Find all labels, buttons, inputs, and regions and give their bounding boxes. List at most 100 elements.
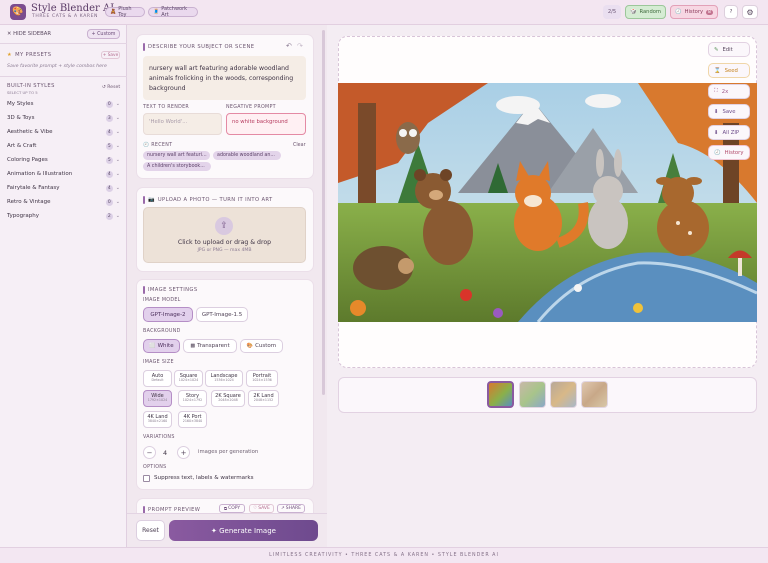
presets-title: ★ MY PRESETS xyxy=(7,52,52,58)
upload-title: 📷 UPLOAD A PHOTO — TURN IT INTO ART xyxy=(143,196,273,204)
variations-unit: images per generation xyxy=(198,449,259,455)
upload-sub-text: JPG or PNG — max 4MB xyxy=(197,248,252,253)
background-label: BACKGROUND xyxy=(143,329,181,334)
sidebar-item-typography[interactable]: Typography 2 ⌄ xyxy=(0,209,127,223)
size-2k-square-option[interactable]: 2K Square 2048×2048 xyxy=(211,390,245,407)
share-prompt-button[interactable]: ↗ SHARE xyxy=(277,504,305,513)
sidebar-item-aesthetic-vibe[interactable]: Aesthetic & Vibe 4 ⌄ xyxy=(0,125,127,139)
hourglass-icon: ⌛ xyxy=(714,67,721,74)
decrease-variations-button[interactable]: − xyxy=(143,446,156,459)
size-square-option[interactable]: Square 1024×1024 xyxy=(174,370,203,387)
generated-image[interactable] xyxy=(338,83,757,322)
count-badge: 5 xyxy=(105,142,113,150)
shuffle-icon: 🎲 xyxy=(630,9,637,15)
random-button[interactable]: 🎲 Random xyxy=(625,5,666,19)
background-custom-button[interactable]: 🎨 Custom xyxy=(240,339,283,353)
palette-icon: 🎨 xyxy=(246,343,254,349)
history-button[interactable]: 🕘 History 8 xyxy=(670,5,718,19)
thumbnail-2[interactable] xyxy=(519,381,546,408)
presets-hint: Save favorite prompt + style combos here xyxy=(7,64,107,69)
size-auto-option[interactable]: Auto Default xyxy=(143,370,172,387)
divider xyxy=(0,76,127,77)
prompt-textarea[interactable]: nursery wall art featuring adorable wood… xyxy=(143,56,306,100)
generate-image-button[interactable]: ✦ Generate Image xyxy=(169,520,318,541)
recent-prompt-pill[interactable]: A children's storybook... xyxy=(143,162,211,171)
sidebar-item-my-styles[interactable]: My Styles 0 ⌄ xyxy=(0,97,127,111)
upload-icon: ⇪ xyxy=(215,217,233,235)
chevron-down-icon: ⌄ xyxy=(115,199,120,205)
logo-icon: 🎨 xyxy=(10,4,26,20)
history-count-badge: 8 xyxy=(706,9,713,15)
suppress-text-label: Suppress text, labels & watermarks xyxy=(154,475,254,481)
upscale-2x-button[interactable]: ⛶ 2x xyxy=(708,84,750,99)
chevron-down-icon: ⌄ xyxy=(115,185,120,191)
thumbnail-1[interactable] xyxy=(487,381,514,408)
reset-styles-button[interactable]: ↺ Reset xyxy=(102,85,120,90)
variations-label: VARIATIONS xyxy=(143,435,175,440)
size-4k-land-option[interactable]: 4K Land 3840×2160 xyxy=(143,411,172,428)
model-gpt-image-1-5-button[interactable]: GPT-Image-1.5 xyxy=(196,307,248,322)
thumbnail-strip xyxy=(338,377,757,413)
size-portrait-option[interactable]: Portrait 1024×1536 xyxy=(246,370,278,387)
help-button[interactable]: ? xyxy=(724,5,738,19)
seed-button[interactable]: ⌛ Seed xyxy=(708,63,750,78)
image-size-label: IMAGE SIZE xyxy=(143,360,174,365)
thumbnail-4[interactable] xyxy=(581,381,608,408)
sidebar-item-art-craft[interactable]: Art & Craft 5 ⌄ xyxy=(0,139,127,153)
hide-sidebar-button[interactable]: ✕ HIDE SIDEBAR xyxy=(7,31,51,37)
sidebar-item-3d-toys[interactable]: 3D & Toys 3 ⌄ xyxy=(0,111,127,125)
camera-icon: 📷 xyxy=(148,197,155,203)
recent-prompt-pill[interactable]: nursery wall art featuri... xyxy=(143,151,210,160)
increase-variations-button[interactable]: + xyxy=(177,446,190,459)
save-preset-button[interactable]: + Save xyxy=(101,51,120,59)
chevron-down-icon: ⌄ xyxy=(115,129,120,135)
count-badge: 0 xyxy=(105,100,113,108)
custom-style-button[interactable]: + Custom xyxy=(87,29,120,39)
negative-prompt-input[interactable]: no white background xyxy=(226,113,306,135)
chevron-down-icon: ⌄ xyxy=(115,115,120,121)
recent-prompt-pill[interactable]: adorable woodland an... xyxy=(213,151,281,160)
sidebar-item-coloring-pages[interactable]: Coloring Pages 5 ⌄ xyxy=(0,153,127,167)
chevron-down-icon: ⌄ xyxy=(115,213,120,219)
text-to-render-label: TEXT TO RENDER xyxy=(143,105,190,110)
size-wide-option[interactable]: Wide 1792×1024 xyxy=(143,390,172,407)
sidebar-item-animation-illustration[interactable]: Animation & Illustration 4 ⌄ xyxy=(0,167,127,181)
builtin-styles-title: BUILT-IN STYLES xyxy=(7,83,55,89)
style-count-badge: 2/5 xyxy=(603,5,621,19)
scrollbar[interactable] xyxy=(322,30,325,395)
text-to-render-input[interactable]: 'Hello World'... xyxy=(143,113,222,135)
download-all-zip-button[interactable]: ⬇ All ZIP xyxy=(708,125,750,140)
suppress-text-checkbox[interactable] xyxy=(143,475,150,482)
size-landscape-option[interactable]: Landscape 1536×1024 xyxy=(205,370,243,387)
copy-prompt-button[interactable]: ⧉ COPY xyxy=(219,504,245,513)
size-2k-land-option[interactable]: 2K Land 2048×1152 xyxy=(248,390,279,407)
model-gpt-image-2-button[interactable]: GPT-Image-2 xyxy=(143,307,193,322)
count-badge: 4 xyxy=(105,184,113,192)
redo-icon[interactable]: ↷ xyxy=(297,42,303,50)
save-prompt-button[interactable]: ♡ SAVE xyxy=(249,504,274,513)
background-white-button[interactable]: ⬜ White xyxy=(143,339,180,353)
clear-recent-button[interactable]: Clear xyxy=(293,143,306,148)
style-chip-patchwork-art[interactable]: 🧵 Patchwork Art xyxy=(148,6,198,18)
app-title: Style Blender AI xyxy=(31,3,115,14)
chip-label: Patchwork Art xyxy=(161,6,188,18)
reset-button[interactable]: Reset xyxy=(136,520,165,541)
save-image-button[interactable]: ⬇ Save xyxy=(708,104,750,119)
background-transparent-button[interactable]: ▩ Transparent xyxy=(183,339,237,353)
style-chip-plush-toy[interactable]: 🧸 Plush Toy xyxy=(105,6,145,18)
size-4k-port-option[interactable]: 4K Port 2160×3840 xyxy=(178,411,207,428)
upload-main-text: Click to upload or drag & drop xyxy=(177,239,272,246)
thumbnail-3[interactable] xyxy=(550,381,577,408)
sidebar-item-fairytale-fantasy[interactable]: Fairytale & Fantasy 4 ⌄ xyxy=(0,181,127,195)
upload-dropzone[interactable] xyxy=(143,207,306,263)
count-badge: 4 xyxy=(105,128,113,136)
clock-icon: 🕘 xyxy=(143,143,150,148)
settings-gear-icon[interactable]: ⚙ xyxy=(742,5,758,19)
size-story-option[interactable]: Story 1024×1792 xyxy=(178,390,207,407)
count-badge: 5 xyxy=(105,156,113,164)
undo-icon[interactable]: ↶ xyxy=(286,42,292,50)
white-swatch-icon: ⬜ xyxy=(149,343,156,349)
image-history-button[interactable]: 🕘 History xyxy=(708,145,750,160)
edit-image-button[interactable]: ✎ Edit xyxy=(708,42,750,57)
sidebar-item-retro-vintage[interactable]: Retro & Vintage 0 ⌄ xyxy=(0,195,127,209)
